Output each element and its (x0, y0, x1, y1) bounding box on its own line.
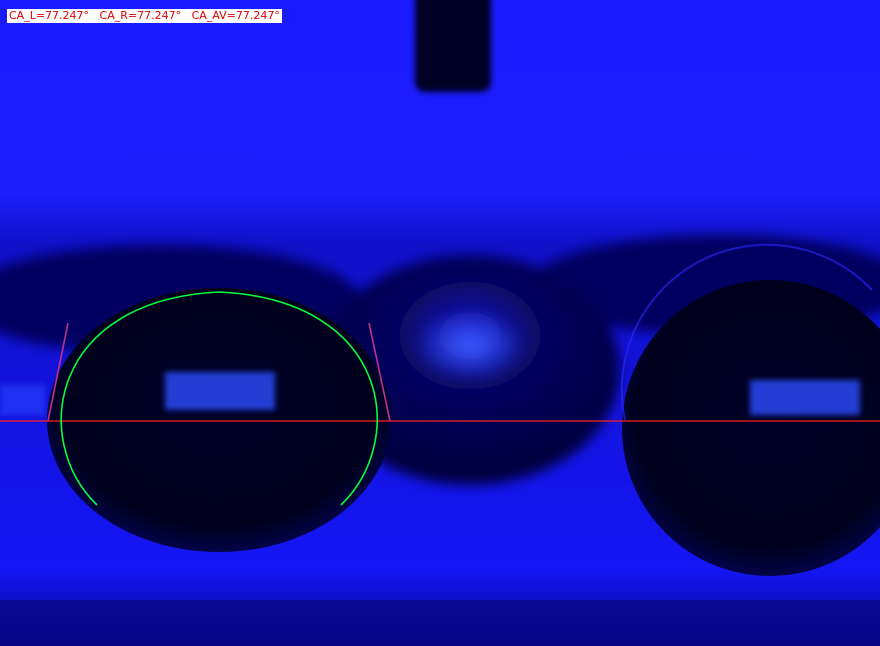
bottom-shadow (0, 600, 880, 646)
droplet-image (0, 0, 880, 646)
droplet-middle-highlight (415, 310, 525, 380)
contact-angle-viewer: CA_L=77.247° CA_R=77.247° CA_AV=77.247° (0, 0, 880, 646)
droplet-left (47, 288, 391, 552)
syringe-needle (415, 0, 491, 92)
contact-angle-readout: CA_L=77.247° CA_R=77.247° CA_AV=77.247° (7, 9, 282, 23)
droplet-right-reflection (750, 380, 860, 415)
